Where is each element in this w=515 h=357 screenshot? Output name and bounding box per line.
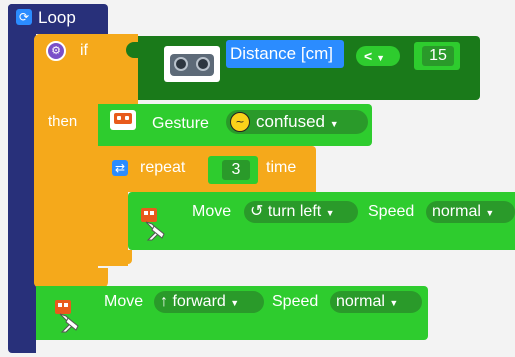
- move-outer-label: Move: [104, 293, 144, 310]
- move-inner-label: Move: [192, 203, 232, 220]
- then-label: then: [48, 113, 78, 130]
- chevron-down-icon: ▼: [230, 298, 240, 308]
- move-outer-speed-label: Speed: [272, 293, 319, 310]
- repeat-block-footer[interactable]: [98, 250, 132, 264]
- if-label: if: [80, 42, 88, 59]
- repeat-time-label: time: [266, 159, 297, 176]
- robot-icon: [138, 206, 168, 242]
- repeat-label: repeat: [140, 159, 186, 176]
- chevron-down-icon: ▼: [325, 208, 335, 218]
- distance-value-input[interactable]: 15: [422, 46, 454, 66]
- move-inner-direction: ↺ turn left ▼: [250, 203, 335, 220]
- operator-value: < ▼: [364, 48, 385, 64]
- distance-label: Distance [cm]: [230, 44, 333, 63]
- move-outer-speed: normal ▼: [336, 293, 399, 310]
- chevron-down-icon: ▼: [485, 208, 495, 218]
- move-inner-speed-label: Speed: [368, 203, 415, 220]
- robot-face-screen: [114, 113, 132, 124]
- confused-emoji-icon: ~: [230, 112, 250, 132]
- move-inner-speed: normal ▼: [432, 203, 495, 220]
- robot-icon: [52, 298, 82, 334]
- move-outer-direction: ↑ forward ▼: [160, 293, 240, 310]
- loop-icon: ⟳: [16, 9, 32, 25]
- loop-block[interactable]: [8, 4, 36, 353]
- sensor-eye-right: [196, 57, 210, 71]
- loop-label: Loop: [38, 8, 76, 27]
- ultrasonic-sensor-body: [170, 54, 214, 76]
- chevron-down-icon: ▼: [376, 53, 385, 63]
- repeat-count-input[interactable]: 3: [222, 160, 250, 180]
- chevron-down-icon: ▼: [329, 119, 339, 129]
- sensor-eye-left: [174, 57, 188, 71]
- gear-icon[interactable]: ⚙: [46, 41, 66, 61]
- gesture-value: confused ▼: [256, 112, 339, 131]
- gesture-label: Gesture: [152, 115, 209, 132]
- chevron-down-icon: ▼: [389, 298, 399, 308]
- repeat-icon: ⇄: [112, 160, 128, 176]
- if-block-footer[interactable]: [34, 268, 108, 288]
